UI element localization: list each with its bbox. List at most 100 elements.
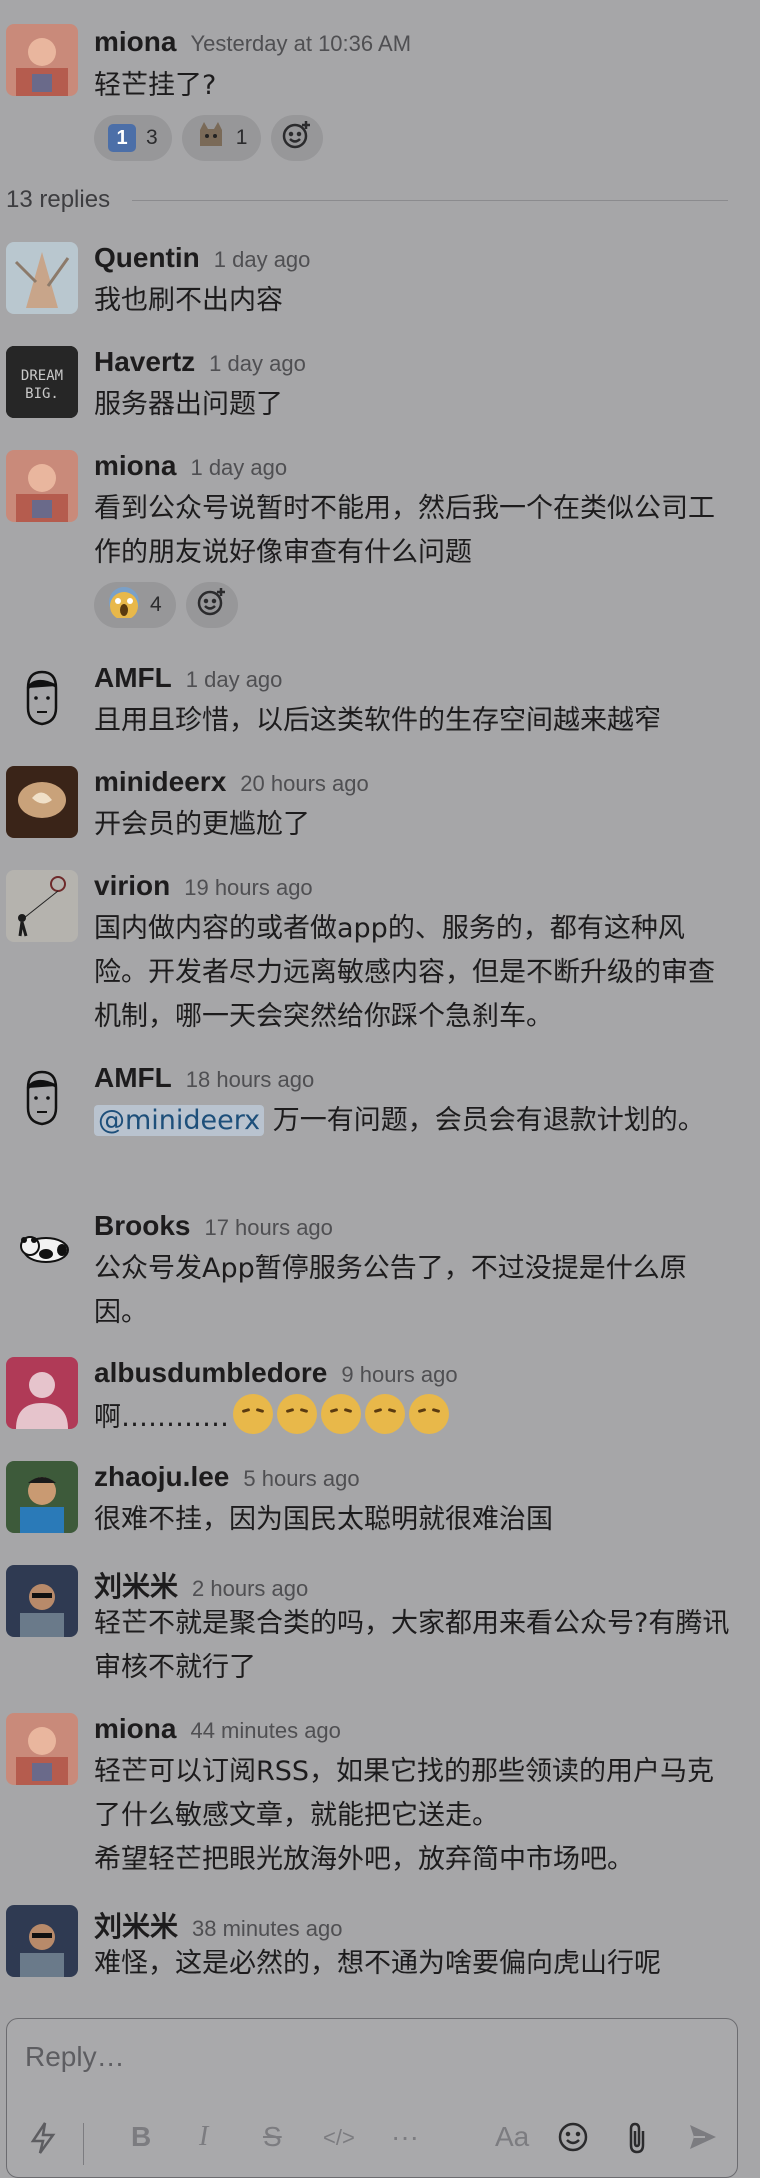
message-text: 开会员的更尴尬了 (94, 809, 310, 840)
shortcuts-icon[interactable] (29, 2121, 57, 2162)
timestamp[interactable]: 1 day ago (214, 247, 311, 273)
message-text: @minideerx 万一有问题，会员会有退款计划的。 (94, 1099, 734, 1143)
send-icon (690, 2125, 716, 2149)
avatar-amfl[interactable] (6, 662, 78, 734)
replies-count: 13 replies (6, 186, 111, 213)
timestamp[interactable]: 1 day ago (190, 455, 287, 481)
timestamp[interactable]: 9 hours ago (341, 1362, 457, 1388)
reaction-count: 1 (235, 126, 248, 149)
timestamp[interactable]: 20 hours ago (240, 771, 368, 797)
author-name[interactable]: 刘米米 (94, 1905, 178, 1945)
pensive-face-icon (233, 1394, 273, 1434)
reply-composer[interactable]: Reply… B I S </> ··· Aa (6, 2018, 738, 2178)
keycap-1-icon: 1 (108, 124, 136, 152)
toolbar-divider (83, 2123, 84, 2165)
avatar-virion[interactable] (6, 870, 78, 942)
message-text: 轻芒挂了? (94, 70, 217, 101)
timestamp[interactable]: 5 hours ago (243, 1466, 359, 1492)
message-text-rest: 万一有问题，会员会有退款计划的。 (264, 1105, 705, 1136)
timestamp[interactable]: 38 minutes ago (192, 1916, 342, 1942)
message-text: 轻芒不就是聚合类的吗，大家都用来看公众号?有腾讯审核不就行了 (94, 1608, 730, 1683)
author-name[interactable]: miona (94, 1713, 176, 1745)
italic-button[interactable]: I (199, 2121, 208, 2153)
author-name[interactable]: Quentin (94, 242, 200, 274)
cat-face-icon (196, 120, 226, 156)
strikethrough-button[interactable]: S (263, 2121, 282, 2153)
author-name[interactable]: virion (94, 870, 170, 902)
user-mention[interactable]: @minideerx (94, 1105, 265, 1136)
reaction-count: 4 (150, 593, 162, 616)
code-button[interactable]: </> (323, 2125, 355, 2151)
reaction-scream[interactable]: 4 (94, 582, 176, 628)
avatar-amfl[interactable] (6, 1062, 78, 1134)
message-text: 看到公众号说暂时不能用，然后我一个在类似公司工作的朋友说好像审查有什么问题 (94, 493, 715, 568)
add-reaction-button[interactable] (271, 115, 324, 161)
timestamp[interactable]: 2 hours ago (192, 1576, 308, 1602)
author-name[interactable]: 刘米米 (94, 1565, 178, 1605)
avatar-miona[interactable] (6, 450, 78, 522)
pensive-face-icon (365, 1394, 405, 1434)
timestamp[interactable]: 1 day ago (186, 667, 283, 693)
message-text: 服务器出问题了 (94, 389, 283, 420)
more-formatting-button[interactable]: ··· (391, 2121, 419, 2153)
author-name[interactable]: Havertz (94, 346, 195, 378)
avatar-liumimi[interactable] (6, 1565, 78, 1637)
author-name[interactable]: AMFL (94, 1062, 172, 1094)
message-text: 我也刷不出内容 (94, 285, 283, 316)
add-reaction-icon (281, 119, 313, 157)
avatar-brooks[interactable] (6, 1210, 78, 1282)
avatar-havertz[interactable]: DREAM BIG. (6, 346, 78, 418)
message-text: 且用且珍惜，以后这类软件的生存空间越来越窄 (94, 705, 661, 736)
formatting-toolbar: B I S </> ··· Aa (7, 2117, 739, 2167)
replies-divider: 13 replies (6, 186, 728, 214)
message-text: 啊………… (94, 1394, 734, 1440)
author-name[interactable]: minideerx (94, 766, 226, 798)
message-text: 难怪，这是必然的，想不通为啥要偏向虎山行呢 (94, 1948, 661, 1979)
author-name[interactable]: albusdumbledore (94, 1357, 327, 1389)
avatar-zhaoju-lee[interactable] (6, 1461, 78, 1533)
timestamp[interactable]: 44 minutes ago (190, 1718, 340, 1744)
message-text: 很难不挂，因为国民太聪明就很难治国 (94, 1504, 553, 1535)
message-text-line2: 希望轻芒把眼光放海外吧，放弃简中市场吧。 (94, 1844, 634, 1875)
reaction-count: 3 (146, 126, 158, 149)
add-reaction-icon (196, 586, 228, 624)
emoji-button[interactable] (557, 2121, 589, 2160)
message-text-content: 啊………… (94, 1402, 229, 1433)
message-text: 公众号发App暂停服务公告了，不过没提是什么原因。 (94, 1253, 687, 1328)
timestamp[interactable]: 19 hours ago (184, 875, 312, 901)
pensive-face-icon (277, 1394, 317, 1434)
avatar-albusdumbledore[interactable] (6, 1357, 78, 1429)
author-name[interactable]: AMFL (94, 662, 172, 694)
timestamp[interactable]: 17 hours ago (204, 1215, 332, 1241)
author-name[interactable]: miona (94, 450, 176, 482)
message-text: 国内做内容的或者做app的、服务的，都有这种风险。开发者尽力远离敏感内容，但是不… (94, 913, 715, 1032)
author-name[interactable]: miona (94, 26, 176, 58)
paperclip-icon (629, 2122, 645, 2154)
attach-button[interactable] (623, 2121, 651, 2162)
avatar-lettering: DREAM (21, 368, 63, 384)
avatar-miona[interactable] (6, 1713, 78, 1785)
avatar-miona[interactable] (6, 24, 78, 96)
avatar-minideerx[interactable] (6, 766, 78, 838)
avatar-liumimi[interactable] (6, 1905, 78, 1977)
svg-text:BIG.: BIG. (25, 386, 59, 402)
scream-face-icon (108, 586, 140, 624)
send-button[interactable] (687, 2121, 719, 2160)
reply-input[interactable]: Reply… (25, 2041, 125, 2073)
emoji-icon (558, 2122, 588, 2152)
pensive-face-icon (321, 1394, 361, 1434)
pensive-face-icon (409, 1394, 449, 1434)
author-name[interactable]: zhaoju.lee (94, 1461, 229, 1493)
timestamp[interactable]: Yesterday at 10:36 AM (190, 31, 411, 57)
timestamp[interactable]: 1 day ago (209, 351, 306, 377)
timestamp[interactable]: 18 hours ago (186, 1067, 314, 1093)
bold-button[interactable]: B (131, 2121, 151, 2153)
text-format-button[interactable]: Aa (495, 2121, 529, 2153)
message-text: 轻芒可以订阅RSS，如果它找的那些领读的用户马克了什么敏感文章，就能把它送走。 (94, 1756, 715, 1831)
avatar-quentin[interactable] (6, 242, 78, 314)
add-reaction-button[interactable] (185, 582, 238, 628)
author-name[interactable]: Brooks (94, 1210, 190, 1242)
divider-line (132, 199, 728, 201)
reaction-keycap-1[interactable]: 1 3 (94, 115, 172, 161)
reaction-cat[interactable]: 1 (181, 115, 262, 161)
